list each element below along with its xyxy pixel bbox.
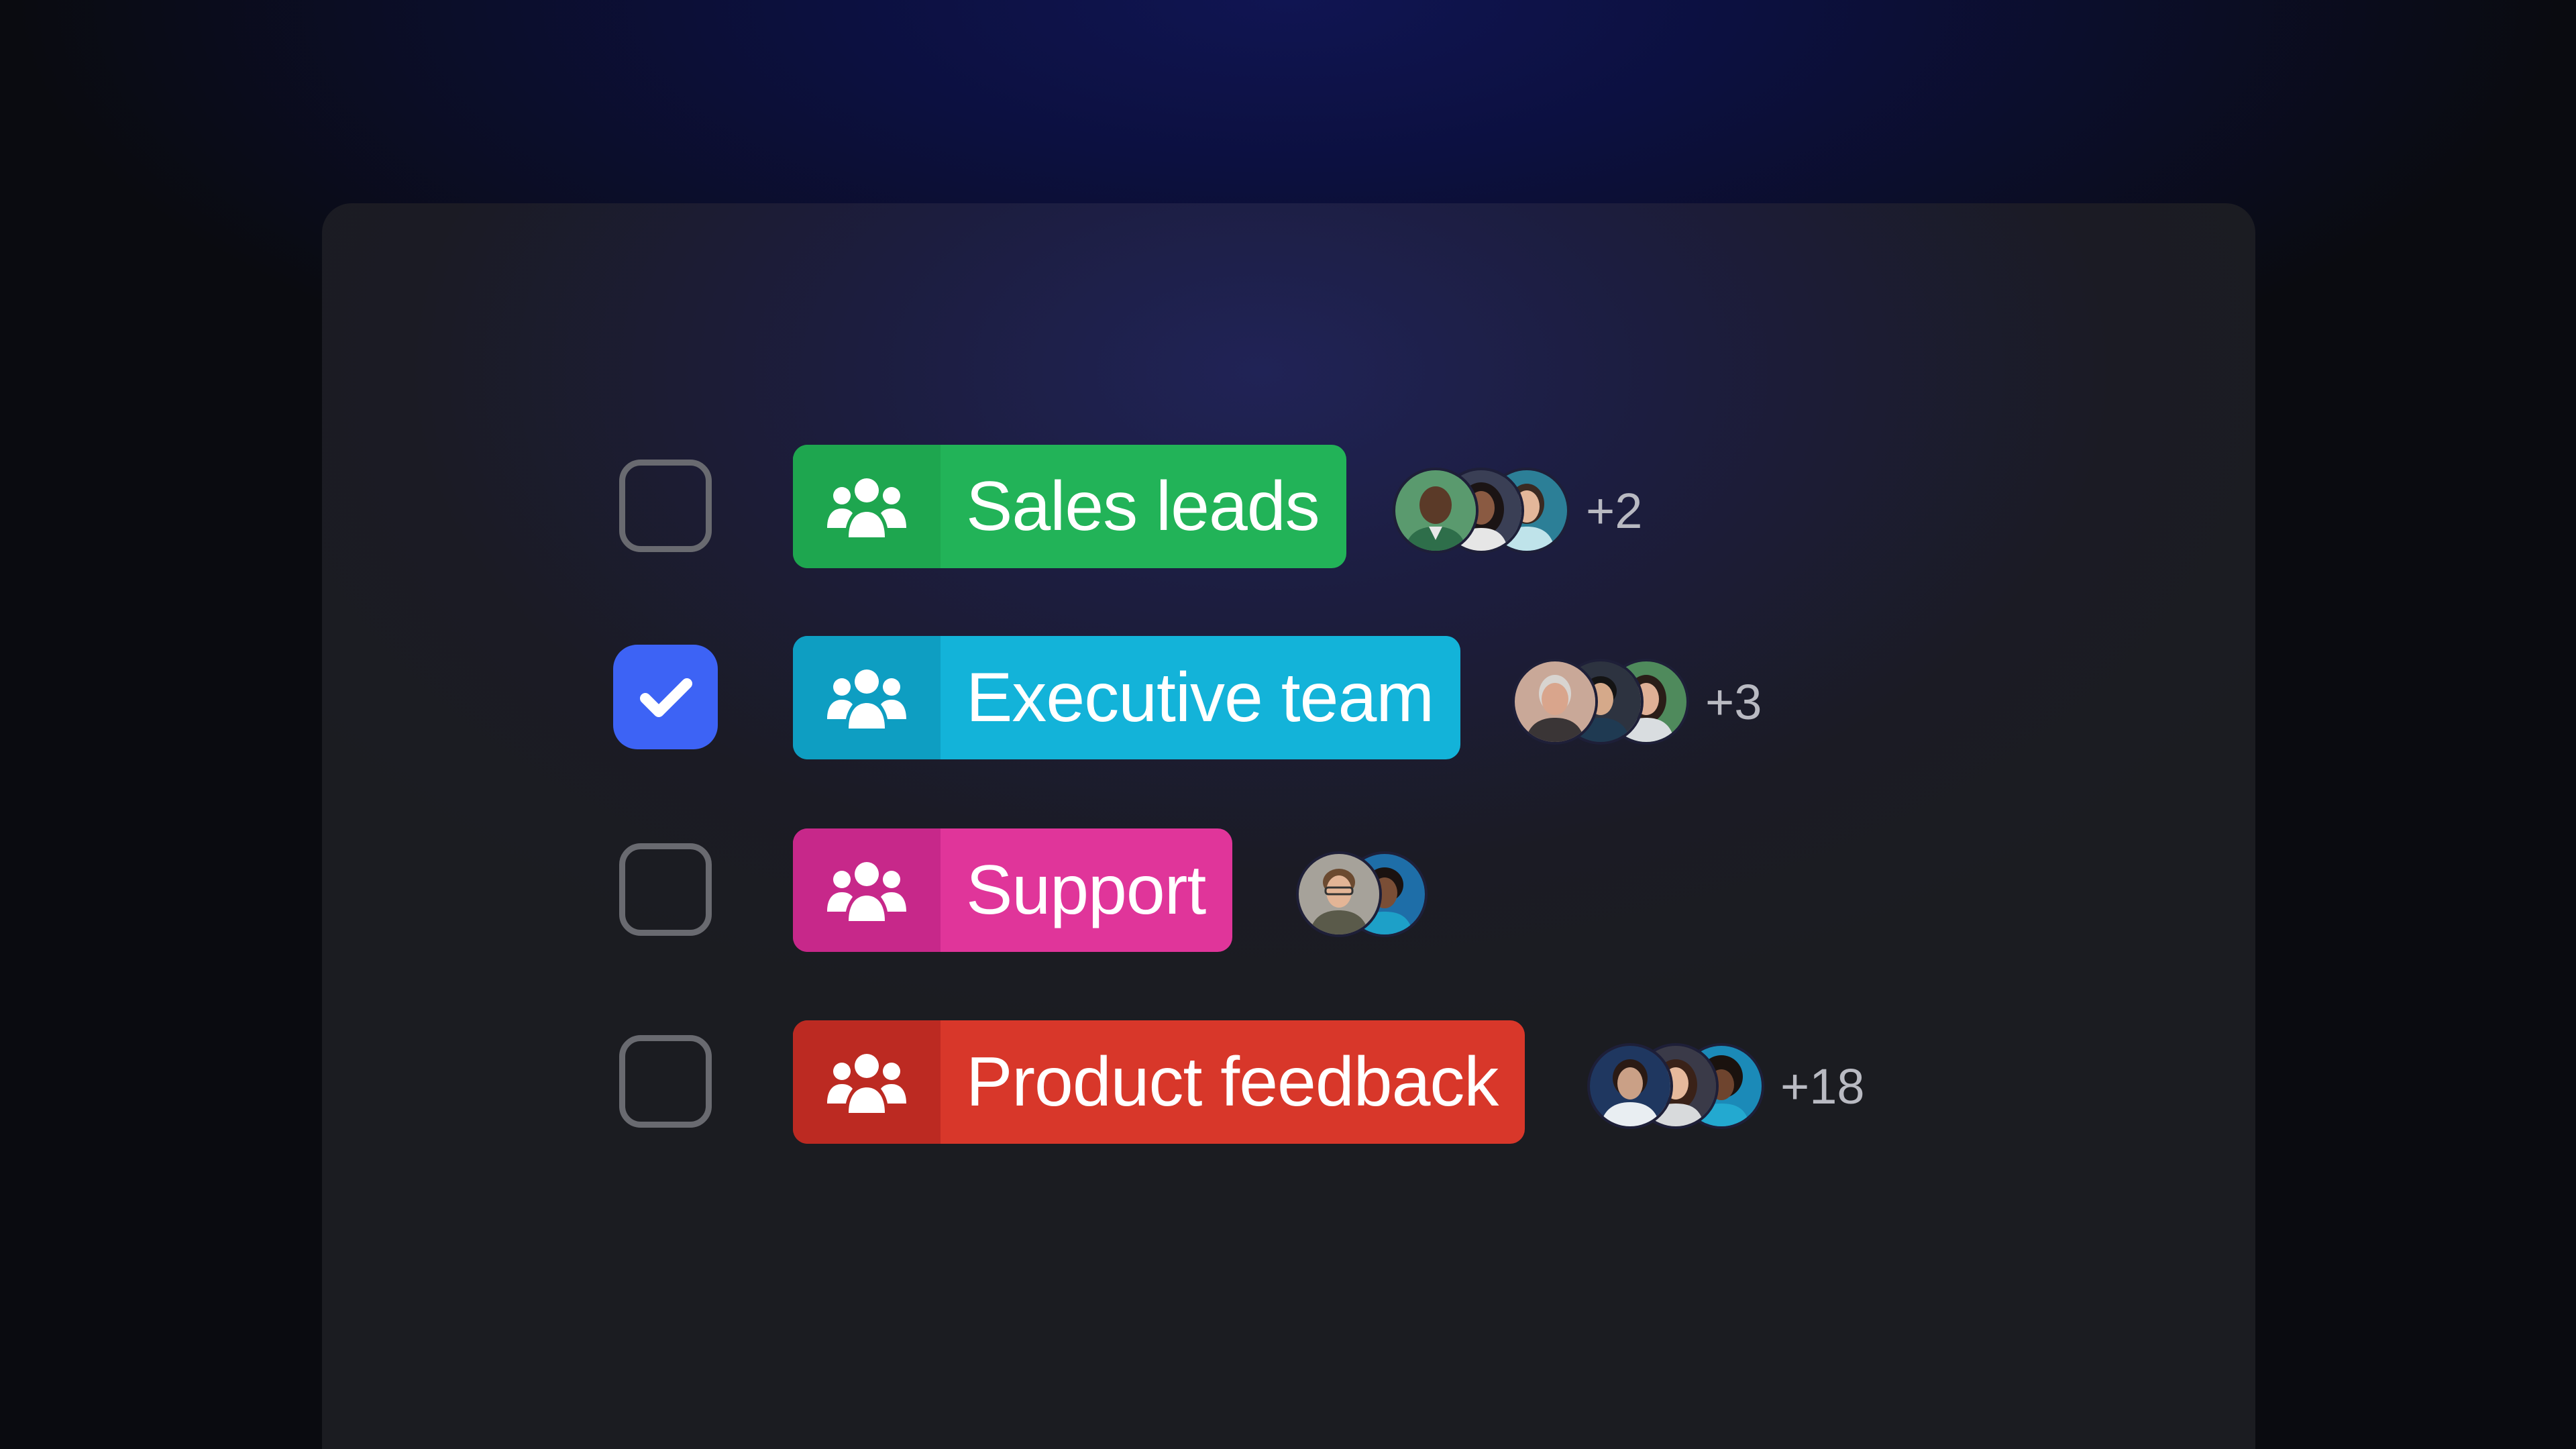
- member-avatars[interactable]: [1299, 853, 1444, 936]
- member-avatars[interactable]: +3: [1515, 660, 1762, 743]
- avatar: [1395, 470, 1476, 551]
- team-icon: [793, 636, 941, 759]
- extra-members-count: +3: [1705, 674, 1762, 730]
- team-icon-glyph: [827, 669, 906, 729]
- group-row-executive-team: Executive team +3: [322, 636, 2255, 759]
- team-icon-glyph: [827, 478, 906, 537]
- avatar: [1515, 661, 1595, 742]
- extra-members-count: +2: [1586, 482, 1643, 539]
- group-tag-product-feedback[interactable]: Product feedback: [793, 1020, 1525, 1144]
- group-checkbox-checked[interactable]: [613, 645, 718, 749]
- member-avatars[interactable]: +2: [1395, 469, 1642, 552]
- team-icon: [793, 1020, 941, 1144]
- team-icon-glyph: [827, 862, 906, 921]
- group-tag-executive-team[interactable]: Executive team: [793, 636, 1460, 759]
- group-row-sales-leads: Sales leads +2: [322, 445, 2255, 568]
- group-row-product-feedback: Product feedback +18: [322, 1020, 2255, 1144]
- group-label: Product feedback: [966, 1042, 1499, 1121]
- avatar: [1299, 854, 1379, 934]
- group-label: Sales leads: [966, 467, 1320, 545]
- check-icon: [640, 678, 692, 717]
- group-checkbox[interactable]: [619, 1035, 712, 1128]
- extra-members-count: +18: [1780, 1058, 1865, 1114]
- group-label: Support: [966, 851, 1206, 929]
- groups-panel: Sales leads +2 Executive team +3 Support…: [322, 203, 2255, 1449]
- team-icon: [793, 828, 941, 952]
- group-row-support: Support: [322, 828, 2255, 952]
- avatar: [1590, 1046, 1670, 1126]
- group-checkbox[interactable]: [619, 843, 712, 936]
- member-avatars[interactable]: +18: [1590, 1044, 1865, 1128]
- team-icon-glyph: [827, 1054, 906, 1113]
- app-canvas: Sales leads +2 Executive team +3 Support…: [0, 0, 2576, 1449]
- group-checkbox[interactable]: [619, 460, 712, 552]
- team-icon: [793, 445, 941, 568]
- group-label: Executive team: [966, 658, 1434, 737]
- group-tag-sales-leads[interactable]: Sales leads: [793, 445, 1346, 568]
- group-tag-support[interactable]: Support: [793, 828, 1233, 952]
